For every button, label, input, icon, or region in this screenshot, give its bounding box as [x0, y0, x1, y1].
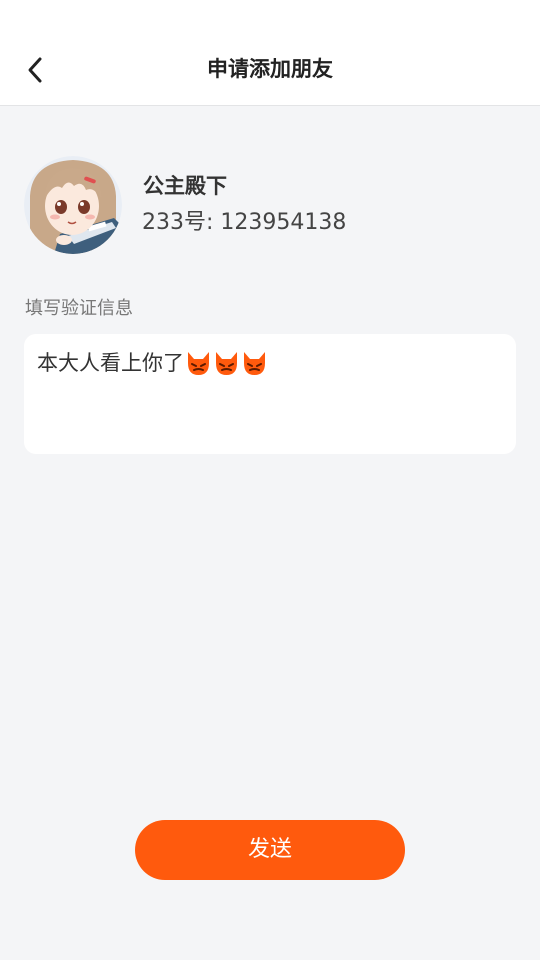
devil-face-icon [244, 352, 265, 375]
devil-face-icon [188, 352, 209, 375]
user-name: 公主殿下 [143, 174, 227, 198]
emoji-group [185, 349, 269, 377]
user-profile: 公主殿下 233号: 123954138 [24, 156, 516, 254]
devil-face-icon [216, 352, 237, 375]
page-title: 申请添加朋友 [207, 57, 333, 81]
anime-girl-avatar [24, 156, 122, 254]
navigation-bar: 申请添加朋友 [0, 0, 540, 106]
send-button-label: 发送 [247, 837, 292, 862]
avatar[interactable] [24, 156, 122, 254]
verification-message-text: 本大人看上你了 [37, 351, 184, 375]
user-id: 233号: 123954138 [142, 210, 347, 235]
verification-label: 填写验证信息 [25, 298, 133, 319]
verification-message-field[interactable]: 本大人看上你了 [24, 334, 516, 454]
verification-message-content: 本大人看上你了 [37, 348, 269, 378]
send-button[interactable]: 发送 [135, 820, 405, 880]
